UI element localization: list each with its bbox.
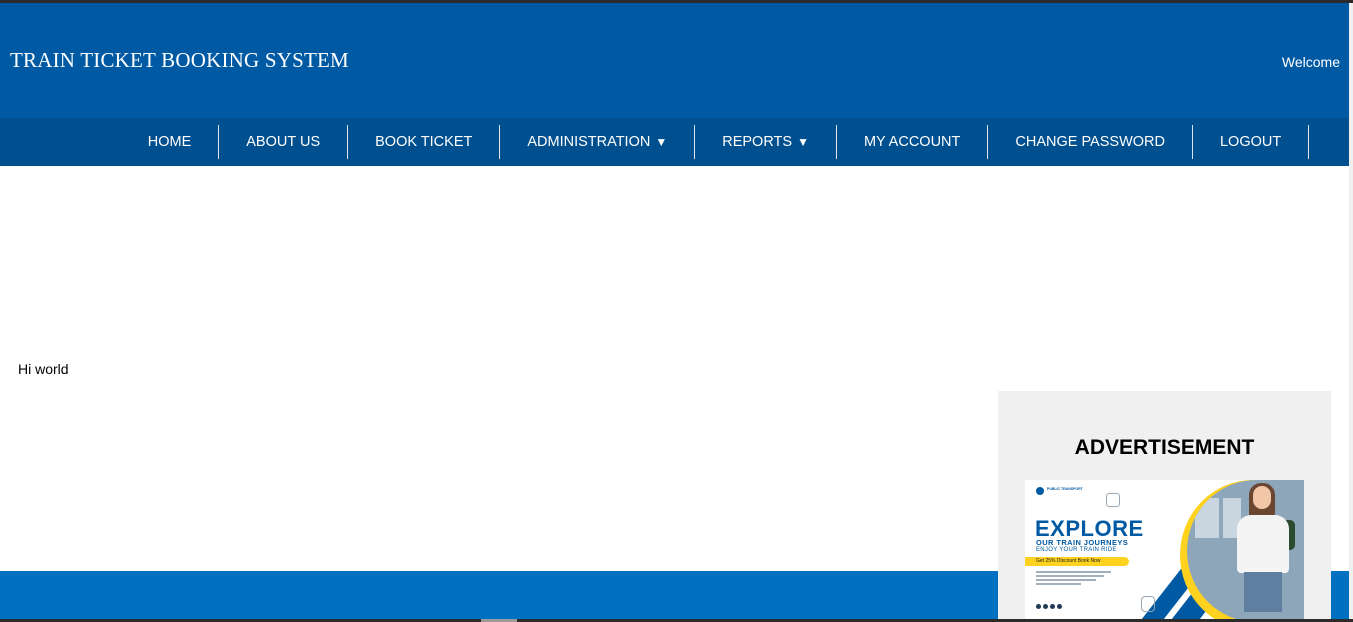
advertisement-panel: ADVERTISEMENT PUBLIC TRANSPORT EXPLORE O… bbox=[998, 391, 1331, 622]
nav-home[interactable]: HOME bbox=[121, 125, 220, 159]
nav-administration-dropdown[interactable]: ADMINISTRATION ▼ bbox=[500, 125, 696, 159]
welcome-text: Welcome bbox=[1281, 54, 1340, 70]
nav-book-ticket-label: BOOK TICKET bbox=[375, 134, 473, 150]
banner-offer-badge: Get 25% Discount Book Now bbox=[1025, 557, 1129, 566]
main-navigation: HOME ABOUT US BOOK TICKET ADMINISTRATION… bbox=[0, 118, 1349, 166]
nav-about-us[interactable]: ABOUT US bbox=[219, 125, 349, 159]
main-content-text: Hi world bbox=[18, 361, 69, 377]
nav-home-label: HOME bbox=[147, 134, 192, 150]
banner-social-icons bbox=[1036, 604, 1062, 609]
advertisement-title: ADVERTISEMENT bbox=[1074, 436, 1255, 459]
nav-reports-dropdown[interactable]: REPORTS ▼ bbox=[695, 125, 837, 159]
dropdown-arrow-icon: ▼ bbox=[797, 135, 809, 149]
nav-administration-label: ADMINISTRATION bbox=[527, 134, 651, 150]
dropdown-arrow-icon: ▼ bbox=[655, 135, 668, 149]
nav-logout[interactable]: LOGOUT bbox=[1193, 125, 1310, 159]
nav-book-ticket[interactable]: BOOK TICKET bbox=[348, 125, 501, 159]
banner-subheadline: OUR TRAIN JOURNEYS bbox=[1036, 538, 1129, 547]
banner-logo-icon bbox=[1036, 487, 1044, 495]
nav-my-account[interactable]: MY ACCOUNT bbox=[837, 125, 989, 159]
nav-change-password-label: CHANGE PASSWORD bbox=[1015, 134, 1165, 150]
traveler-face bbox=[1253, 486, 1271, 509]
nav-about-us-label: ABOUT US bbox=[246, 134, 321, 150]
banner-tagline: ENJOY YOUR TRAIN RIDE bbox=[1036, 547, 1117, 553]
nav-my-account-label: MY ACCOUNT bbox=[863, 134, 961, 150]
site-header: TRAIN TICKET BOOKING SYSTEM Welcome bbox=[0, 3, 1349, 118]
banner-body-text-lines bbox=[1036, 571, 1111, 587]
banner-logo-text: PUBLIC TRANSPORT bbox=[1047, 487, 1083, 491]
traveler-legs bbox=[1244, 572, 1282, 612]
train-icon bbox=[1106, 493, 1120, 507]
train-window bbox=[1195, 498, 1219, 538]
train-front-icon bbox=[1141, 596, 1155, 612]
vertical-scrollbar[interactable] bbox=[1349, 3, 1353, 622]
traveler-body bbox=[1237, 515, 1289, 573]
nav-logout-label: LOGOUT bbox=[1219, 134, 1282, 150]
nav-items: HOME ABOUT US BOOK TICKET ADMINISTRATION… bbox=[40, 118, 1310, 166]
advertisement-banner-image[interactable]: PUBLIC TRANSPORT EXPLORE OUR TRAIN JOURN… bbox=[1025, 480, 1304, 622]
nav-change-password[interactable]: CHANGE PASSWORD bbox=[988, 125, 1193, 159]
site-title: TRAIN TICKET BOOKING SYSTEM bbox=[10, 48, 349, 72]
nav-reports-label: REPORTS bbox=[722, 134, 793, 150]
